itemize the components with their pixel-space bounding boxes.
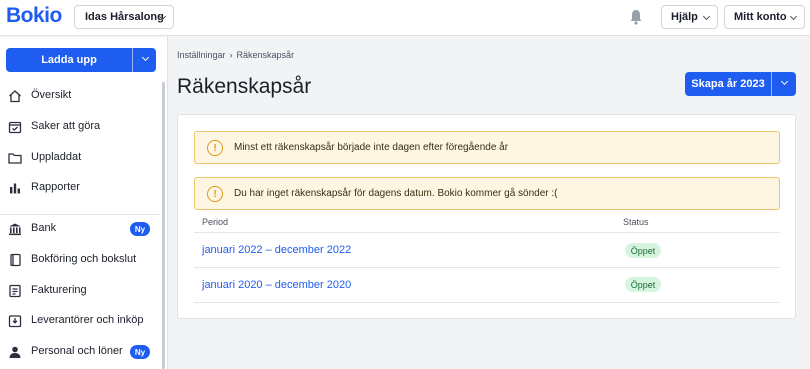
- sidebar-item-bokforing[interactable]: Bokföring och bokslut: [0, 248, 160, 272]
- top-bar: Bokio Idas Hårsalong Hjälp Mitt konto: [0, 0, 810, 36]
- sidebar-item-label: Översikt: [31, 89, 72, 101]
- person-icon: [9, 346, 21, 358]
- sidebar-item-label: Rapporter: [31, 181, 80, 193]
- sidebar-item-uppladdat[interactable]: Uppladdat: [0, 146, 160, 170]
- bell-icon[interactable]: [629, 9, 643, 25]
- account-menu-button[interactable]: Mitt konto: [724, 5, 805, 29]
- warning-icon: !: [207, 186, 223, 202]
- sidebar-item-saker-att-gora[interactable]: Saker att göra: [0, 115, 160, 139]
- company-selector[interactable]: Idas Hårsalong: [74, 5, 174, 29]
- table-divider: [194, 302, 780, 303]
- sidebar-item-label: Fakturering: [31, 284, 87, 296]
- period-link[interactable]: januari 2020 – december 2020: [202, 279, 351, 291]
- upload-dropdown-toggle[interactable]: [132, 48, 156, 72]
- breadcrumb-parent-link[interactable]: Inställningar: [177, 50, 226, 60]
- period-link[interactable]: januari 2022 – december 2022: [202, 244, 351, 256]
- folder-icon: [8, 153, 22, 164]
- warning-alert: ! Du har inget räkenskapsår för dagens d…: [194, 177, 780, 210]
- checklist-icon: [8, 121, 22, 134]
- breadcrumb-separator: ›: [229, 50, 233, 60]
- create-year-split-button: Skapa år 2023: [685, 72, 796, 96]
- column-header-status: Status: [623, 217, 649, 227]
- inbox-icon: [8, 315, 22, 328]
- sidebar-item-label: Bank: [31, 222, 57, 234]
- create-year-dropdown-toggle[interactable]: [771, 72, 796, 96]
- warning-icon: !: [207, 140, 223, 156]
- bar-chart-icon: [10, 183, 20, 194]
- sidebar-item-label: Personal och löner: [31, 345, 123, 357]
- help-label: Hjälp: [671, 11, 698, 23]
- help-menu-button[interactable]: Hjälp: [661, 5, 718, 29]
- home-icon: [9, 90, 21, 103]
- column-header-period: Period: [202, 217, 229, 227]
- breadcrumb-current: Räkenskapsår: [236, 50, 295, 60]
- chevron-down-icon: [780, 77, 789, 86]
- sidebar-divider: [0, 214, 160, 215]
- chevron-down-icon: [702, 12, 711, 21]
- bokio-logo[interactable]: Bokio: [6, 4, 62, 28]
- chevron-down-icon: [141, 53, 150, 62]
- sidebar-item-oversikt[interactable]: Översikt: [0, 84, 160, 108]
- sidebar-item-label: Bokföring och bokslut: [31, 253, 137, 265]
- create-year-button[interactable]: Skapa år 2023: [685, 72, 771, 96]
- sidebar-item-label: Saker att göra: [31, 120, 101, 132]
- book-icon: [10, 253, 21, 267]
- upload-split-button: Ladda upp: [6, 48, 156, 72]
- account-label: Mitt konto: [734, 11, 787, 23]
- page-title: Räkenskapsår: [177, 75, 312, 98]
- alert-text: Du har inget räkenskapsår för dagens dat…: [234, 188, 558, 199]
- alert-text: Minst ett räkenskapsår började inte dage…: [234, 142, 509, 153]
- status-badge: Öppet: [625, 243, 661, 258]
- new-badge: Ny: [130, 222, 150, 236]
- table-divider: [194, 232, 780, 233]
- sidebar-scrollbar[interactable]: [162, 82, 165, 369]
- chevron-down-icon: [789, 12, 798, 21]
- sidebar: Ladda upp Översikt Saker att göra Upplad…: [0, 37, 168, 369]
- sidebar-item-label: Leverantörer och inköp: [31, 314, 144, 326]
- upload-button[interactable]: Ladda upp: [6, 48, 132, 72]
- sidebar-item-bank[interactable]: Bank Ny: [0, 217, 160, 241]
- new-badge: Ny: [130, 345, 150, 359]
- bank-icon: [9, 223, 21, 236]
- breadcrumb: Inställningar › Räkenskapsår: [177, 50, 294, 60]
- sidebar-item-label: Uppladdat: [31, 151, 82, 163]
- table-divider: [194, 267, 780, 268]
- sidebar-item-personal[interactable]: Personal och löner Ny: [0, 340, 160, 364]
- invoice-icon: [9, 284, 21, 298]
- company-name: Idas Hårsalong: [85, 11, 164, 23]
- fiscal-years-card: ! Minst ett räkenskapsår började inte da…: [177, 114, 796, 319]
- status-badge: Öppet: [625, 277, 661, 292]
- sidebar-item-rapporter[interactable]: Rapporter: [0, 176, 160, 200]
- warning-alert: ! Minst ett räkenskapsår började inte da…: [194, 131, 780, 164]
- sidebar-item-leverantorer[interactable]: Leverantörer och inköp: [0, 309, 160, 333]
- sidebar-item-fakturering[interactable]: Fakturering: [0, 279, 160, 303]
